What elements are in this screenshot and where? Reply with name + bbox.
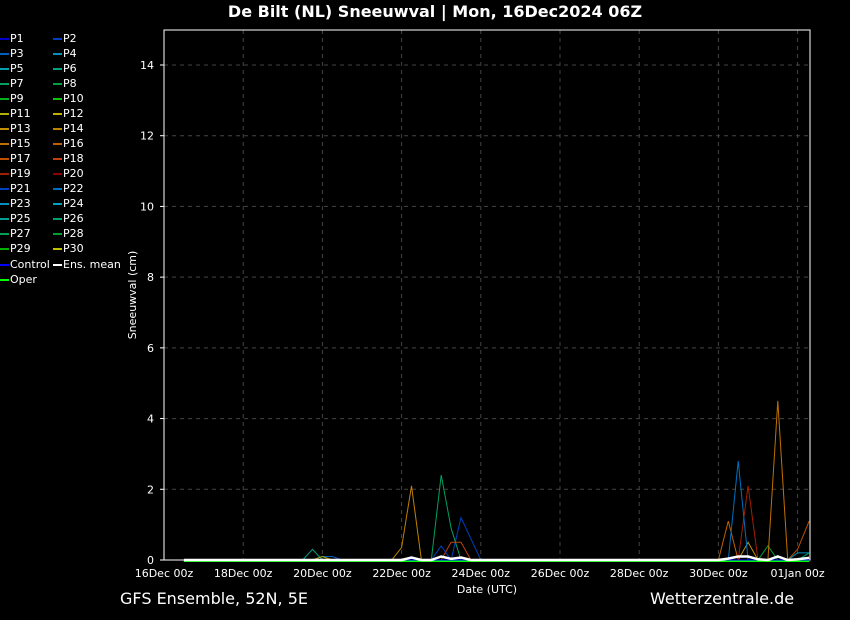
plot-frame — [163, 29, 811, 561]
series-line-p15 — [183, 400, 810, 561]
x-tick-label: 18Dec 00z — [214, 567, 273, 580]
y-axis-label: Sneeuwval (cm) — [126, 251, 139, 340]
series-line-p21 — [183, 545, 810, 561]
series-line-ens-mean — [183, 555, 810, 562]
y-tick-label: 8 — [147, 271, 154, 284]
x-tick-label: 30Dec 00z — [689, 567, 748, 580]
series-line-p18 — [183, 541, 810, 561]
y-tick-label: 2 — [147, 483, 154, 496]
series-line-p2 — [183, 516, 810, 561]
x-tick-label: 16Dec 00z — [135, 567, 194, 580]
series-line-p14 — [183, 485, 810, 561]
x-tick-label: 22Dec 00z — [372, 567, 431, 580]
y-tick-label: 12 — [140, 130, 154, 143]
series-line-p6 — [183, 548, 810, 561]
model-caption: GFS Ensemble, 52N, 5E — [120, 589, 308, 608]
series-line-p13 — [183, 541, 810, 561]
x-tick-label: 20Dec 00z — [293, 567, 352, 580]
x-tick-label: 28Dec 00z — [610, 567, 669, 580]
series-line-p16 — [183, 520, 810, 561]
x-tick-label: 24Dec 00z — [452, 567, 511, 580]
series-line-p19 — [183, 485, 810, 561]
x-axis-label: Date (UTC) — [457, 583, 517, 596]
y-tick-label: 14 — [140, 59, 154, 72]
snowfall-chart: 0 2 4 6 8 10 12 14 16Dec 00z 18Dec 00z 20Dec 00z 22… — [126, 29, 825, 596]
series-line-p8 — [183, 545, 810, 561]
y-tick-label: 0 — [147, 554, 154, 567]
series-line-p17 — [183, 520, 810, 561]
y-tick-label: 10 — [140, 200, 154, 213]
y-tick-label: 6 — [147, 342, 154, 355]
y-tick-label: 4 — [147, 413, 154, 426]
series-line-p22 — [183, 460, 810, 561]
x-tick-label: 01Jan 00z — [770, 567, 824, 580]
x-tick-label: 26Dec 00z — [531, 567, 590, 580]
site-credit: Wetterzentrale.de — [650, 589, 795, 608]
series-line-p7 — [183, 475, 810, 561]
